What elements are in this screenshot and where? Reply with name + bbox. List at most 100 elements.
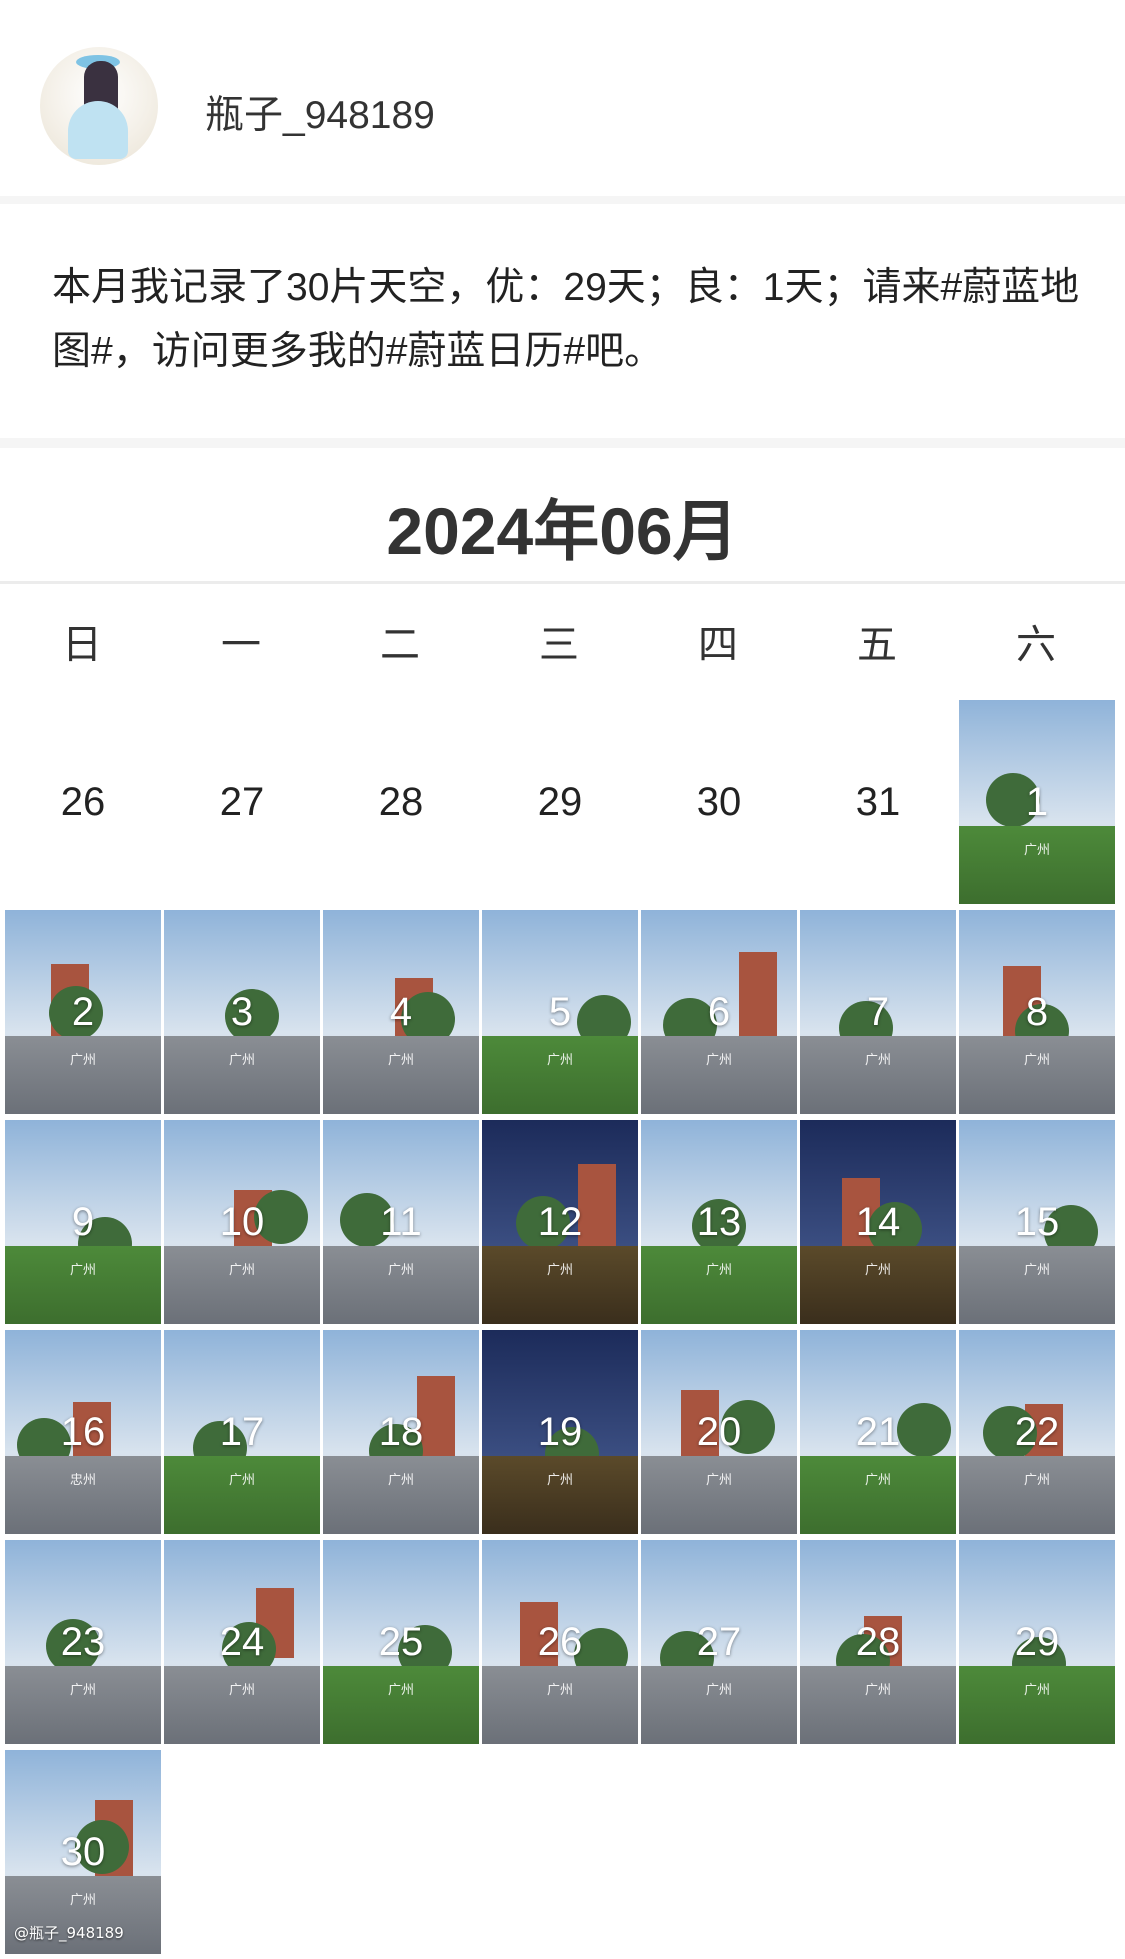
photo-city-label: 广州 [1023, 1263, 1050, 1278]
divider [0, 438, 1125, 448]
photo-city-label: 广州 [1023, 1053, 1050, 1068]
calendar-day-photo[interactable]: 广州 11 [323, 1120, 479, 1324]
photo-city-label: 广州 [387, 1263, 414, 1278]
calendar-day-photo[interactable]: 广州 4 [323, 910, 479, 1114]
photo-city-label: 忠州 [69, 1473, 96, 1488]
day-number: 4 [389, 990, 413, 1034]
calendar-day-empty: 29 [482, 700, 638, 904]
calendar-day-photo[interactable]: 广州 22 [959, 1330, 1115, 1534]
day-number: 27 [219, 780, 265, 824]
calendar-day-empty: 31 [800, 700, 956, 904]
day-number: 29 [1014, 1620, 1060, 1664]
day-number: 12 [537, 1200, 583, 1244]
avatar-dress [68, 101, 128, 159]
photo-city-label: 广州 [546, 1053, 573, 1068]
watermark: @瓶子_948189 [14, 1924, 124, 1942]
weekday-sat: 六 [1016, 622, 1056, 668]
photo-city-label: 广州 [228, 1053, 255, 1068]
photo-city-label: 广州 [228, 1263, 255, 1278]
day-number: 24 [219, 1620, 265, 1664]
photo-city-label: 广州 [546, 1683, 573, 1698]
photo-city-label: 广州 [546, 1473, 573, 1488]
calendar-day-empty: 28 [323, 700, 479, 904]
calendar-day-photo[interactable]: 广州 28 [800, 1540, 956, 1744]
calendar-day-photo[interactable]: 广州 15 [959, 1120, 1115, 1324]
divider [0, 196, 1125, 204]
calendar-day-photo[interactable]: 广州 29 [959, 1540, 1115, 1744]
day-number: 28 [378, 780, 424, 824]
calendar-day-photo[interactable]: 广州 6 [641, 910, 797, 1114]
day-number: 11 [380, 1200, 422, 1244]
calendar-day-photo[interactable]: 广州 23 [5, 1540, 161, 1744]
day-number: 20 [696, 1410, 742, 1454]
day-number: 18 [378, 1410, 424, 1454]
calendar-day-photo[interactable]: 广州 8 [959, 910, 1115, 1114]
day-number: 14 [855, 1200, 901, 1244]
photo-city-label: 广州 [228, 1473, 255, 1488]
day-number: 23 [60, 1620, 106, 1664]
day-number: 3 [230, 990, 254, 1034]
photo-city-label: 广州 [864, 1683, 891, 1698]
day-number: 25 [378, 1620, 424, 1664]
calendar-day-photo[interactable]: 广州 13 [641, 1120, 797, 1324]
calendar-day-photo[interactable]: 广州 17 [164, 1330, 320, 1534]
photo-city-label: 广州 [387, 1053, 414, 1068]
calendar-day-photo[interactable]: 广州 12 [482, 1120, 638, 1324]
photo-city-label: 广州 [864, 1053, 891, 1068]
day-number: 5 [548, 990, 572, 1034]
calendar-day-empty: 27 [164, 700, 320, 904]
calendar-day-photo[interactable]: 广州 27 [641, 1540, 797, 1744]
calendar-day-photo[interactable]: 广州 5 [482, 910, 638, 1114]
photo-city-label: 广州 [69, 1893, 96, 1908]
day-number: 6 [707, 990, 731, 1034]
day-number: 26 [537, 1620, 583, 1664]
photo-city-label: 广州 [705, 1263, 732, 1278]
post-text: 本月我记录了30片天空，优：29天；良：1天；请来#蔚蓝地图#，访问更多我的#蔚… [52, 266, 1080, 373]
day-number: 13 [696, 1200, 742, 1244]
calendar-day-photo[interactable]: 广州 2 [5, 910, 161, 1114]
calendar-day-photo[interactable]: 广州 18 [323, 1330, 479, 1534]
weekday-thu: 四 [698, 622, 738, 668]
day-number: 26 [60, 780, 106, 824]
weekday-mon: 一 [221, 622, 261, 668]
day-number: 28 [855, 1620, 901, 1664]
calendar-day-photo[interactable]: 广州 9 [5, 1120, 161, 1324]
photo-city-label: 广州 [546, 1263, 573, 1278]
weekday-fri: 五 [857, 622, 897, 668]
day-number: 10 [219, 1200, 265, 1244]
weekday-wed: 三 [539, 622, 579, 668]
calendar-day-photo[interactable]: 广州 10 [164, 1120, 320, 1324]
day-number: 27 [696, 1620, 742, 1664]
day-number: 21 [855, 1410, 901, 1454]
day-number: 30 [696, 780, 742, 824]
day-number: 31 [855, 780, 901, 824]
calendar-day-photo[interactable]: 广州 21 [800, 1330, 956, 1534]
calendar-day-photo[interactable]: 广州 26 [482, 1540, 638, 1744]
photo-city-label: 广州 [387, 1683, 414, 1698]
calendar-day-photo[interactable]: 广州 25 [323, 1540, 479, 1744]
calendar-day-photo[interactable]: 广州 20 [641, 1330, 797, 1534]
calendar-day-photo[interactable]: 广州 7 [800, 910, 956, 1114]
day-number: 29 [537, 780, 583, 824]
profile-header: 瓶子_948189 [0, 0, 1125, 196]
calendar-day-photo[interactable]: 广州 24 [164, 1540, 320, 1744]
day-number: 9 [71, 1200, 95, 1244]
weekday-tue: 二 [380, 622, 420, 668]
month-title: 2024年06月 [386, 494, 739, 568]
calendar-day-photo[interactable]: 广州 1 [959, 700, 1115, 904]
day-number: 22 [1014, 1410, 1060, 1454]
calendar-day-photo[interactable]: 广州 3 [164, 910, 320, 1114]
calendar-day-photo[interactable]: 广州 19 [482, 1330, 638, 1534]
weekday-header: 日 一 二 三 四 五 六 [0, 612, 1125, 672]
photo-city-label: 广州 [69, 1683, 96, 1698]
calendar-day-photo[interactable]: 忠州 16 [5, 1330, 161, 1534]
day-number: 1 [1025, 780, 1049, 824]
avatar[interactable] [40, 47, 158, 165]
photo-city-label: 广州 [1023, 843, 1050, 858]
weekday-sun: 日 [62, 622, 102, 668]
calendar-day-empty: 26 [5, 700, 161, 904]
photo-city-label: 广州 [1023, 1683, 1050, 1698]
calendar-day-photo[interactable]: 广州 14 [800, 1120, 956, 1324]
photo-city-label: 广州 [705, 1683, 732, 1698]
username[interactable]: 瓶子_948189 [205, 84, 435, 140]
